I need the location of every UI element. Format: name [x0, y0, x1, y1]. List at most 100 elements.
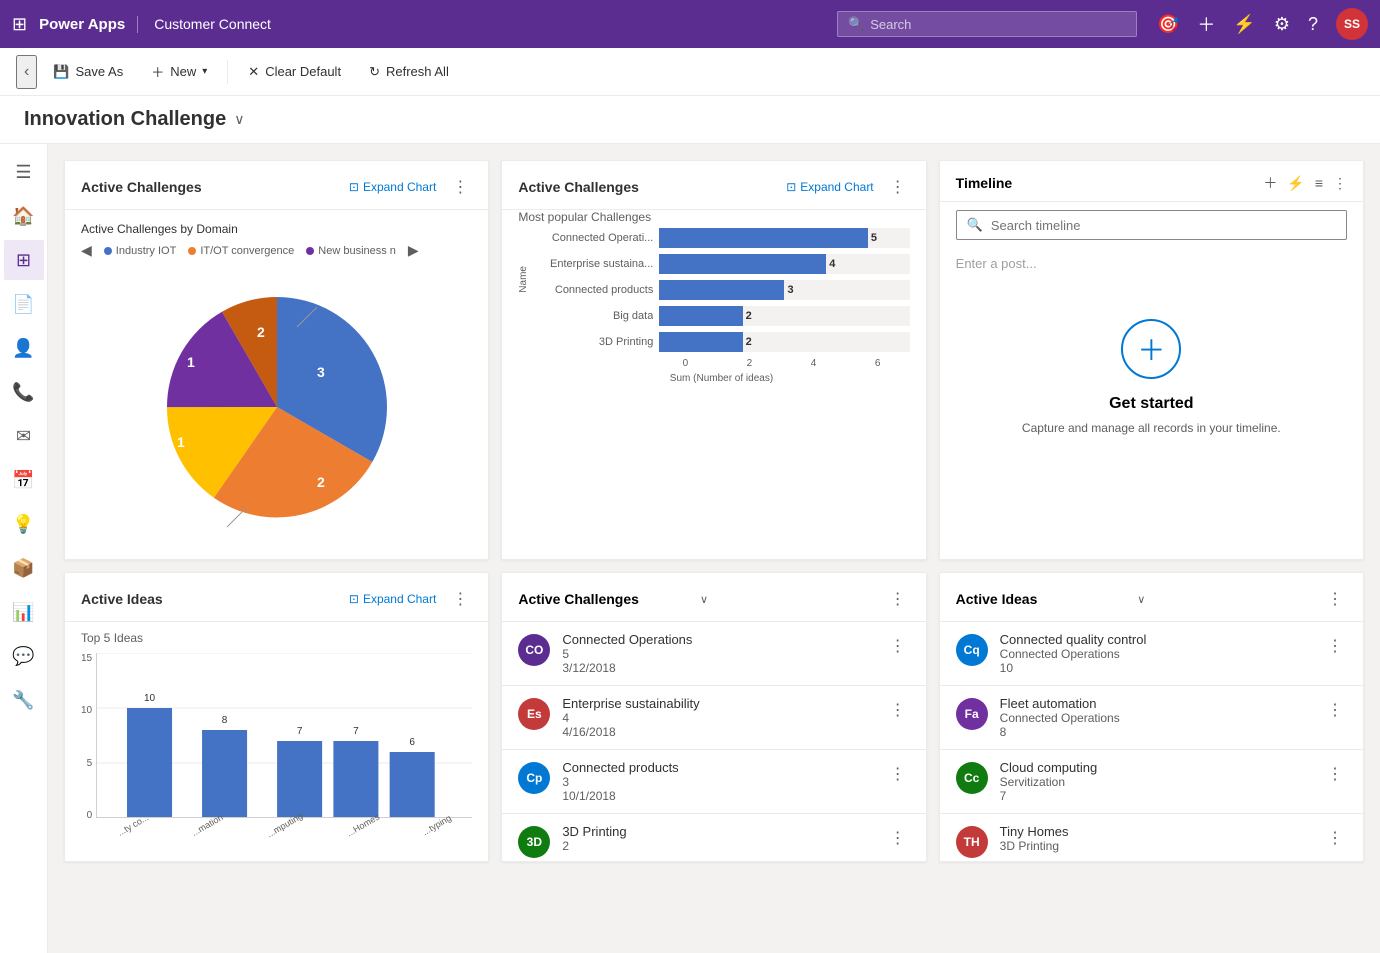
sidebar-item-calendar[interactable]: 📅: [4, 460, 44, 500]
svg-text:2: 2: [317, 474, 325, 490]
challenge-item-menu-1[interactable]: ⋮: [886, 632, 910, 660]
challenge-count-4: 2: [562, 839, 873, 853]
ideas-list-body: Cq Connected quality control Connected O…: [940, 622, 1363, 862]
avatar[interactable]: SS: [1336, 8, 1368, 40]
settings-icon[interactable]: ⚙: [1274, 14, 1290, 35]
idea-content-1: Connected quality control Connected Oper…: [1000, 632, 1311, 675]
add-icon[interactable]: ＋: [1197, 11, 1215, 37]
save-as-button[interactable]: 💾 Save As: [41, 58, 135, 86]
new-icon: ＋: [151, 62, 164, 81]
hbar-row: Big data 2: [533, 306, 909, 326]
idea-title-4[interactable]: Tiny Homes: [1000, 824, 1311, 839]
timeline-menu-button[interactable]: ⋮: [1333, 175, 1347, 192]
clear-default-button[interactable]: ✕ Clear Default: [236, 58, 353, 86]
dashboard-grid: Active Challenges ⊡ Expand Chart ⋮ Activ…: [48, 144, 1380, 878]
ideas-list-chevron-icon[interactable]: ∨: [1137, 593, 1145, 606]
idea-title-2[interactable]: Fleet automation: [1000, 696, 1311, 711]
sidebar-item-contacts[interactable]: 👤: [4, 328, 44, 368]
legend-prev-icon[interactable]: ◀: [81, 242, 92, 259]
post-input-area[interactable]: Enter a post...: [940, 248, 1363, 279]
idea-list-item-3: Cc Cloud computing Servitization 7 ⋮: [940, 750, 1363, 814]
hbar-chart-header: Active Challenges ⊡ Expand Chart ⋮: [502, 161, 925, 210]
idea-item-menu-4[interactable]: ⋮: [1323, 824, 1347, 852]
x-axis-title: Sum (Number of ideas): [533, 373, 909, 384]
timeline-search-input[interactable]: [991, 218, 1336, 233]
legend-next-icon[interactable]: ▶: [408, 242, 419, 259]
global-search-input[interactable]: [870, 17, 1126, 32]
entity-name: Customer Connect: [154, 16, 271, 32]
pie-chart-svg-container: 3 2 1 1 2: [81, 267, 472, 547]
sidebar-item-chat[interactable]: 💬: [4, 636, 44, 676]
sidebar-item-home[interactable]: 🏠: [4, 196, 44, 236]
hbar-expand-button[interactable]: ⊡ Expand Chart: [782, 176, 877, 198]
challenges-list-menu-button[interactable]: ⋮: [886, 585, 910, 613]
challenges-list-chevron-icon[interactable]: ∨: [700, 593, 708, 606]
idea-content-4: Tiny Homes 3D Printing: [1000, 824, 1311, 853]
timeline-add-button[interactable]: ＋: [1263, 173, 1277, 193]
refresh-all-button[interactable]: ↻ Refresh All: [357, 58, 461, 86]
main-content: Active Challenges ⊡ Expand Chart ⋮ Activ…: [48, 144, 1380, 953]
sidebar-item-dashboard[interactable]: ⊞: [4, 240, 44, 280]
help-icon[interactable]: ?: [1308, 14, 1318, 35]
challenge-item-menu-4[interactable]: ⋮: [886, 824, 910, 852]
ideas-expand-icon: ⊡: [349, 592, 359, 606]
ideas-card-menu-button[interactable]: ⋮: [448, 585, 472, 613]
challenge-title-1[interactable]: Connected Operations: [562, 632, 873, 647]
timeline-view-button[interactable]: ≡: [1315, 175, 1323, 191]
challenge-item-menu-3[interactable]: ⋮: [886, 760, 910, 788]
timeline-filter-button[interactable]: ⚡: [1287, 175, 1304, 192]
svg-text:2: 2: [257, 324, 265, 340]
timeline-plus-circle[interactable]: ＋: [1121, 319, 1181, 379]
ideas-list-card: Active Ideas ∨ ⋮ Cq Connected quality co…: [939, 572, 1364, 862]
idea-item-menu-1[interactable]: ⋮: [1323, 632, 1347, 660]
save-icon: 💾: [53, 64, 69, 80]
timeline-get-started-text: Get started: [1109, 395, 1193, 413]
hbar-card-menu-button[interactable]: ⋮: [886, 173, 910, 201]
sidebar-item-packages[interactable]: 📦: [4, 548, 44, 588]
pie-chart-subtitle: Active Challenges by Domain: [81, 222, 472, 236]
hbar-rows: Connected Operati... 5 Enterprise sustai…: [533, 228, 925, 384]
pie-chart-card: Active Challenges ⊡ Expand Chart ⋮ Activ…: [64, 160, 489, 560]
challenge-title-3[interactable]: Connected products: [562, 760, 873, 775]
page-title-bar: Innovation Challenge ∨: [0, 96, 1380, 144]
sidebar-item-calls[interactable]: 📞: [4, 372, 44, 412]
filter-icon[interactable]: ⚡: [1233, 14, 1255, 35]
page-title-chevron-icon[interactable]: ∨: [234, 111, 244, 128]
sidebar-item-menu[interactable]: ☰: [4, 152, 44, 192]
sidebar-item-ideas[interactable]: 💡: [4, 504, 44, 544]
challenge-title-2[interactable]: Enterprise sustainability: [562, 696, 873, 711]
challenge-content-3: Connected products 3 10/1/2018: [562, 760, 873, 803]
sidebar-item-mail[interactable]: ✉: [4, 416, 44, 456]
challenge-list-item-2: Es Enterprise sustainability 4 4/16/2018…: [502, 686, 925, 750]
idea-content-2: Fleet automation Connected Operations 8: [1000, 696, 1311, 739]
new-button[interactable]: ＋ New ▾: [139, 56, 219, 87]
ideas-expand-button[interactable]: ⊡ Expand Chart: [345, 588, 440, 610]
sidebar-item-settings[interactable]: 🔧: [4, 680, 44, 720]
challenge-count-1: 5: [562, 647, 873, 661]
ideas-bar-chart-header: Active Ideas ⊡ Expand Chart ⋮: [65, 573, 488, 622]
timeline-search-box[interactable]: 🔍: [956, 210, 1347, 240]
idea-list-item-1: Cq Connected quality control Connected O…: [940, 622, 1363, 686]
expand-icon: ⊡: [786, 180, 796, 194]
grid-menu-icon[interactable]: ⊞: [12, 14, 27, 35]
hbar-with-axis: Name Connected Operati... 5 Enterprise s…: [502, 228, 925, 384]
sidebar-item-docs[interactable]: 📄: [4, 284, 44, 324]
back-button[interactable]: ‹: [16, 55, 37, 89]
idea-item-menu-3[interactable]: ⋮: [1323, 760, 1347, 788]
y-axis-label: Name: [518, 236, 529, 293]
timeline-empty-state: ＋ Get started Capture and manage all rec…: [940, 279, 1363, 475]
target-icon[interactable]: 🎯: [1157, 14, 1179, 35]
command-bar: ‹ 💾 Save As ＋ New ▾ ✕ Clear Default ↻ Re…: [0, 48, 1380, 96]
svg-text:3: 3: [317, 364, 325, 380]
global-search-box[interactable]: 🔍: [837, 11, 1137, 37]
pie-card-menu-button[interactable]: ⋮: [448, 173, 472, 201]
pie-expand-button[interactable]: ⊡ Expand Chart: [345, 176, 440, 198]
idea-item-menu-2[interactable]: ⋮: [1323, 696, 1347, 724]
sidebar-item-reports[interactable]: 📊: [4, 592, 44, 632]
idea-title-1[interactable]: Connected quality control: [1000, 632, 1311, 647]
challenge-item-menu-2[interactable]: ⋮: [886, 696, 910, 724]
ideas-list-menu-button[interactable]: ⋮: [1323, 585, 1347, 613]
challenge-content-1: Connected Operations 5 3/12/2018: [562, 632, 873, 675]
idea-title-3[interactable]: Cloud computing: [1000, 760, 1311, 775]
challenge-title-4[interactable]: 3D Printing: [562, 824, 873, 839]
